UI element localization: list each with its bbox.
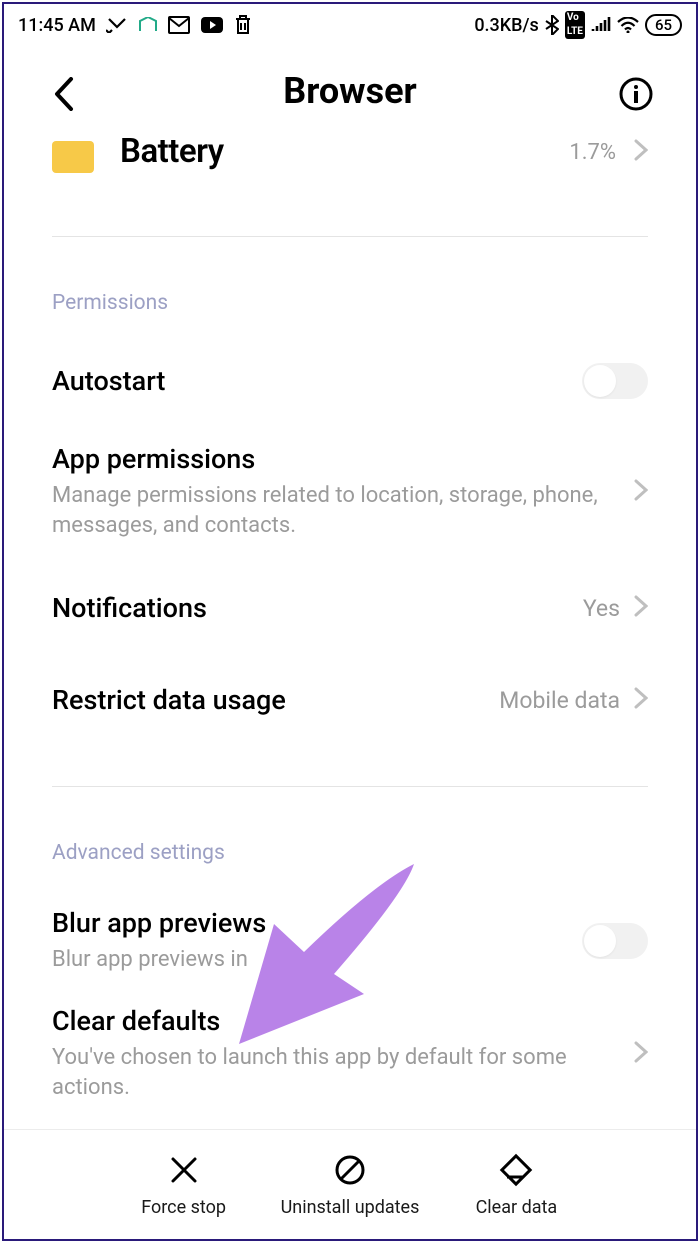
- app-permissions-sub: Manage permissions related to location, …: [52, 481, 634, 540]
- clear-data-button[interactable]: Clear data: [461, 1151, 571, 1218]
- status-bar: 11:45 AM 0.3KB/s VoLTE: [4, 4, 696, 46]
- close-icon: [165, 1151, 203, 1189]
- notifications-row[interactable]: Notifications Yes: [52, 562, 648, 654]
- chevron-right-icon: [634, 687, 648, 713]
- blur-previews-toggle[interactable]: [582, 923, 648, 959]
- battery-app-icon: [52, 141, 94, 173]
- gmail-icon: [168, 16, 190, 34]
- restrict-data-label: Restrict data usage: [52, 684, 499, 716]
- blur-previews-row[interactable]: Blur app previews Blur app previews in X…: [52, 891, 648, 991]
- chevron-right-icon: [634, 479, 648, 505]
- force-stop-label: Force stop: [141, 1197, 226, 1218]
- autostart-label: Autostart: [52, 365, 582, 397]
- signal-icon: [591, 17, 611, 33]
- restrict-data-row[interactable]: Restrict data usage Mobile data: [52, 654, 648, 746]
- back-button[interactable]: [44, 74, 84, 114]
- chevron-right-icon: [634, 1041, 648, 1067]
- battery-indicator: 65: [645, 14, 682, 36]
- chevron-left-icon: [53, 77, 75, 111]
- app-permissions-label: App permissions: [52, 443, 634, 475]
- permissions-section-label: Permissions: [52, 291, 648, 315]
- app-permissions-row[interactable]: App permissions Manage permissions relat…: [52, 421, 648, 562]
- battery-value: 1.7%: [569, 140, 616, 165]
- battery-row[interactable]: Battery 1.7%: [52, 136, 648, 196]
- clear-defaults-sub: You've chosen to launch this app by defa…: [52, 1043, 634, 1102]
- bluetooth-icon: [545, 15, 559, 35]
- notifications-label: Notifications: [52, 592, 583, 624]
- blur-previews-label: Blur app previews: [52, 907, 582, 939]
- chevron-right-icon: [634, 139, 648, 165]
- divider: [52, 786, 648, 787]
- battery-label: Battery: [120, 136, 224, 171]
- uninstall-updates-button[interactable]: Uninstall updates: [281, 1151, 420, 1218]
- missed-call-icon: [106, 17, 128, 33]
- uninstall-updates-label: Uninstall updates: [281, 1197, 420, 1218]
- clear-defaults-row[interactable]: Clear defaults You've chosen to launch t…: [52, 991, 648, 1116]
- autostart-toggle[interactable]: [582, 363, 648, 399]
- advanced-section-label: Advanced settings: [52, 841, 648, 865]
- eraser-icon: [497, 1151, 535, 1189]
- divider: [52, 236, 648, 237]
- chevron-right-icon: [634, 595, 648, 621]
- status-data-rate: 0.3KB/s: [474, 15, 539, 36]
- clear-defaults-label: Clear defaults: [52, 1005, 634, 1037]
- restrict-data-value: Mobile data: [499, 687, 620, 714]
- blur-previews-sub: Blur app previews in XXXXts: [52, 945, 582, 975]
- status-time: 11:45 AM: [18, 15, 96, 36]
- notifications-value: Yes: [583, 595, 620, 622]
- trash-icon: [234, 15, 252, 35]
- clear-data-label: Clear data: [476, 1197, 558, 1218]
- info-icon: [618, 76, 654, 112]
- info-button[interactable]: [616, 74, 656, 114]
- autostart-row[interactable]: Autostart: [52, 341, 648, 421]
- wifi-icon: [617, 17, 639, 33]
- header: Browser: [4, 46, 696, 136]
- youtube-icon: [200, 16, 224, 34]
- page-title: Browser: [283, 70, 417, 112]
- bottom-bar: Force stop Uninstall updates Clear data: [4, 1129, 696, 1239]
- volte-icon: VoLTE: [565, 11, 585, 39]
- force-stop-button[interactable]: Force stop: [129, 1151, 239, 1218]
- mi-credit-icon: [138, 17, 158, 33]
- prohibit-icon: [331, 1151, 369, 1189]
